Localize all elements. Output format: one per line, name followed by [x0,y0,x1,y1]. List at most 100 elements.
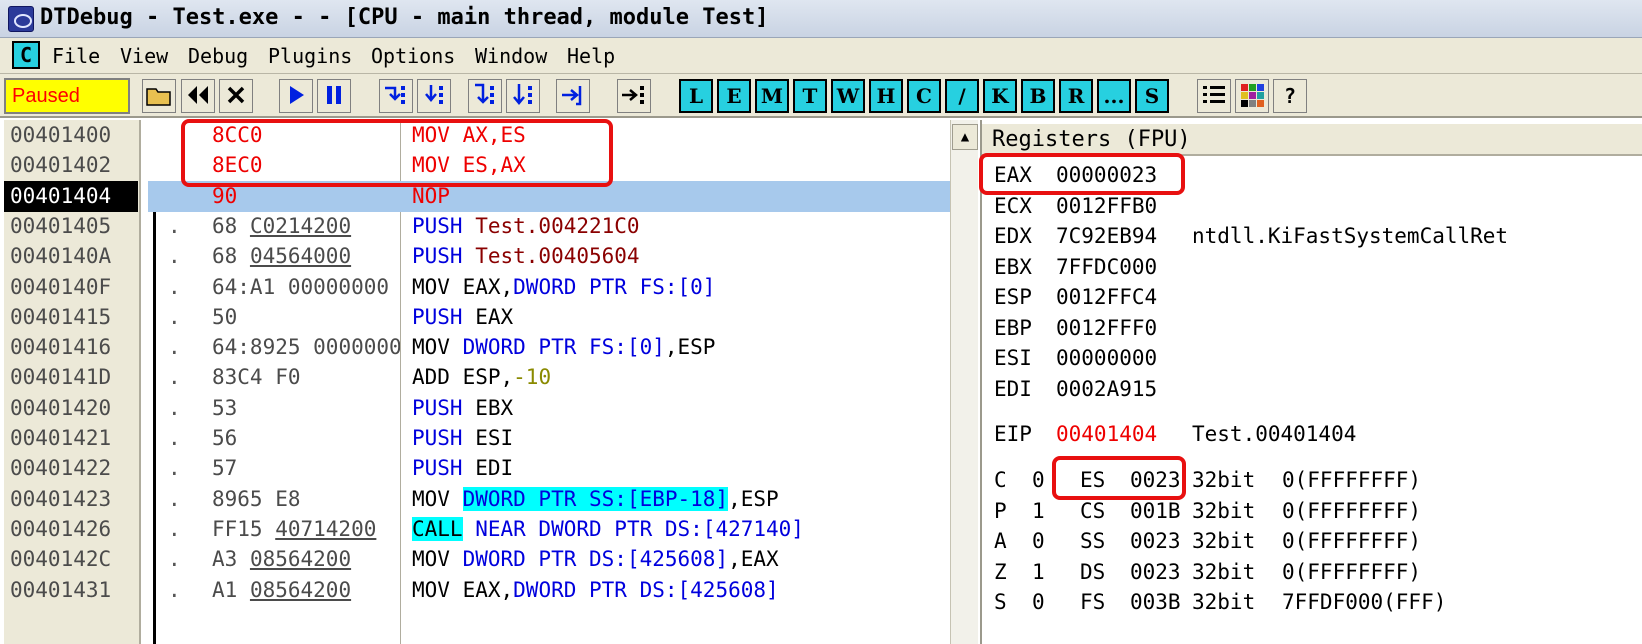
row-hex-dump: 53 [212,395,238,420]
toolbar-button-s[interactable]: S [1135,79,1169,113]
segment-mode: 32bit [1192,590,1256,615]
execute-till-return-icon[interactable] [556,79,590,113]
open-icon[interactable] [142,79,176,113]
registers-pane[interactable]: Registers (FPU) EAX 00000023 ECX 0012FFB0 ED… [980,120,1642,644]
disassembly-row[interactable]: 00401421. 56 PUSH ESI [0,423,950,454]
flag-bit: 0 [1032,590,1045,615]
step-over-icon[interactable] [417,79,451,113]
row-instruction: ADD ESP,-10 [412,365,552,390]
toolbar-button-ellipsis[interactable]: ... [1097,79,1131,113]
register-value: 7FFDC000 [1056,254,1158,279]
toolbar-button-h[interactable]: H [869,79,903,113]
trace-over-icon[interactable] [506,79,540,113]
row-hex-dump: 68 04564000 [212,244,352,269]
registers-header[interactable]: Registers (FPU) [982,124,1642,156]
row-hex-dump: 64:A1 00000000 [212,274,390,299]
toolbar-button-b[interactable]: B [1021,79,1055,113]
register-value: 00000000 [1056,346,1158,370]
row-instruction: MOV ES,AX [412,153,526,178]
segment-register-ss[interactable]: A 0 SS 0023 32bit 0(FFFFFFFF) [994,526,1421,556]
segment-mode: 32bit [1192,498,1256,523]
disassembly-row[interactable]: 0040141D. 83C4 F0 ADD ESP,-10 [0,362,950,393]
register-eax[interactable]: EAX 00000023 [994,160,1192,190]
row-address: 00401405 [10,213,112,238]
disassembly-scrollbar[interactable]: ▲ [950,120,978,644]
toolbar-button-r[interactable]: R [1059,79,1093,113]
toolbar-button-slash[interactable]: / [945,79,979,113]
run-icon[interactable] [279,79,313,113]
menu-file[interactable]: File [52,44,100,68]
row-hex-dump: 50 [212,304,238,329]
toolbar-button-c[interactable]: C [907,79,941,113]
flag-name: A [994,529,1007,554]
register-value: 0012FFC4 [1056,285,1158,309]
disassembly-row[interactable]: 00401422. 57 PUSH EDI [0,453,950,484]
scroll-up-arrow-icon[interactable]: ▲ [952,124,978,150]
row-hex-dump: 8965 E8 [212,486,301,511]
segment-register-ds[interactable]: Z 1 DS 0023 32bit 0(FFFFFFFF) [994,557,1421,587]
segment-selector: 0023 [1130,529,1181,554]
disassembly-row[interactable]: 0040142C. A3 08564200 MOV DWORD PTR DS:[42… [0,544,950,575]
window-title: DTDebug - Test.exe - - [CPU - main threa… [40,5,769,30]
toolbar-button-e[interactable]: E [717,79,751,113]
row-address: 00401426 [10,516,112,541]
register-esp[interactable]: ESP 0012FFC4 [994,282,1192,312]
register-edx[interactable]: EDX 7C92EB94 ntdll.KiFastSystemCallRet [994,221,1508,251]
menu-help[interactable]: Help [567,44,615,68]
segment-register-fs[interactable]: S 0 FS 003B 32bit 7FFDF000(FFF) [994,587,1446,617]
row-instruction: MOV DWORD PTR FS:[0],ESP [412,335,716,360]
disassembly-row[interactable]: 00401415. 50 PUSH EAX [0,302,950,333]
go-to-origin-icon[interactable] [617,79,651,113]
restart-icon[interactable] [181,79,215,113]
menu-plugins[interactable]: Plugins [268,44,352,68]
row-address: 00401404 [4,180,138,212]
cpu-window-icon[interactable]: C [12,41,40,69]
disassembly-row[interactable]: 0040140F. 64:A1 00000000 MOV EAX,DWORD PTR… [0,272,950,303]
disassembly-row[interactable]: 00401400 8CC0 MOV AX,ES [0,120,950,151]
toolbar-button-k[interactable]: K [983,79,1017,113]
register-esi[interactable]: ESI 00000000 [994,343,1192,373]
toolbar-button-w[interactable]: W [831,79,865,113]
trace-into-icon[interactable] [468,79,502,113]
segment-register-cs[interactable]: P 1 CS 001B 32bit 0(FFFFFFFF) [994,496,1421,526]
toolbar-button-m[interactable]: M [755,79,789,113]
register-ebp[interactable]: EBP 0012FFF0 [994,313,1192,343]
segment-register-es[interactable]: C 0 ES 0023 32bit 0(FFFFFFFF) [994,465,1421,495]
toolbar-button-l[interactable]: L [679,79,713,113]
color-grid-icon[interactable] [1235,79,1269,113]
row-address: 0040141D [10,365,112,390]
toolbar-button-t[interactable]: T [793,79,827,113]
disassembly-row[interactable]: 00401402 8EC0 MOV ES,AX [0,150,950,181]
row-marker: . [168,244,181,269]
register-name: EBP [994,315,1032,340]
row-marker: . [168,426,181,450]
menu-window[interactable]: Window [475,44,547,68]
help-icon[interactable]: ? [1273,79,1307,113]
menu-view[interactable]: View [120,44,168,68]
step-into-icon[interactable] [379,79,413,113]
menu-options[interactable]: Options [371,44,455,68]
row-marker: . [168,304,181,329]
disassembly-row[interactable]: 0040140A. 68 04564000 PUSH Test.00405604 [0,241,950,272]
pause-icon[interactable] [317,79,351,113]
disassembly-pane[interactable]: 00401400 8CC0 MOV AX,ES 00401402 8EC0 MOV ES,… [0,120,980,644]
disassembly-row[interactable]: 00401431. A1 08564200 MOV EAX,DWORD PTR DS… [0,575,950,606]
row-instruction: PUSH EAX [412,304,514,329]
menu-debug[interactable]: Debug [188,44,248,68]
disassembly-row[interactable]: 00401416. 64:8925 00000000 MOV DWORD PTR F… [0,332,950,363]
disassembly-row[interactable]: 00401423. 8965 E8 MOV DWORD PTR SS:[EBP-18… [0,484,950,515]
list-icon[interactable] [1197,79,1231,113]
disassembly-row[interactable]: 00401404 90 NOP [0,180,950,212]
disassembly-row[interactable]: 00401420. 53 PUSH EBX [0,393,950,424]
disassembly-row[interactable]: 00401426. FF15 40714200 CALL NEAR DWORD PT… [0,514,950,545]
row-instruction: PUSH EBX [412,395,514,420]
close-icon[interactable] [219,79,253,113]
register-ebx[interactable]: EBX 7FFDC000 [994,252,1192,282]
disassembly-row[interactable]: 00401405. 68 C0214200 PUSH Test.004221C0 [0,211,950,242]
register-edi[interactable]: EDI 0002A915 [994,374,1192,404]
row-hex-dump: 83C4 F0 [212,365,301,390]
register-ecx[interactable]: ECX 0012FFB0 [994,191,1192,221]
row-instruction: MOV DWORD PTR SS:[EBP-18],ESP [412,486,779,511]
register-value: 0012FFF0 [1056,315,1158,340]
register-eip[interactable]: EIP 00401404 Test.00401404 [994,419,1356,449]
